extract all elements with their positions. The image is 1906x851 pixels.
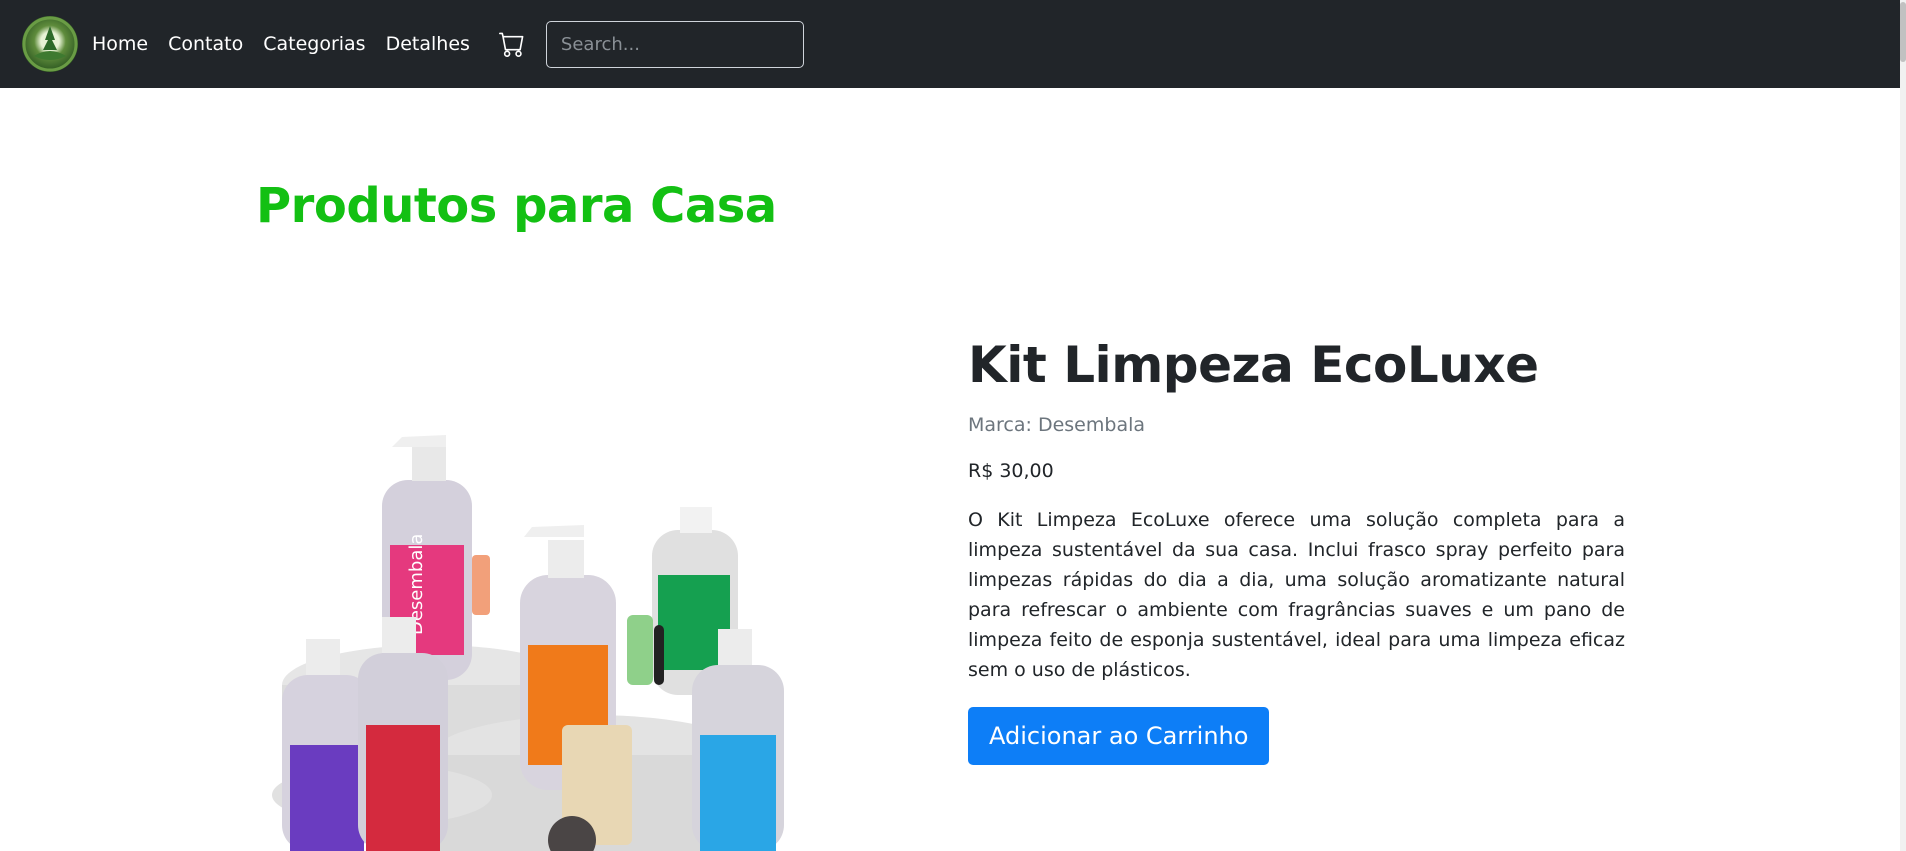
product-info: Kit Limpeza EcoLuxe Marca: Desembala R$ … (968, 336, 1625, 765)
scroll-thumb[interactable] (1900, 2, 1906, 62)
navbar: Home Contato Categorias Detalhes (0, 0, 1900, 88)
nav-link-contato[interactable]: Contato (168, 33, 243, 55)
product-image: Desembala (262, 425, 822, 851)
product-brand: Marca: Desembala (968, 414, 1146, 436)
product-description: O Kit Limpeza EcoLuxe oferece uma soluçã… (968, 509, 1625, 681)
add-to-cart-button[interactable]: Adicionar ao Carrinho (968, 707, 1270, 765)
scrollbar[interactable] (1900, 0, 1906, 851)
nav-link-detalhes[interactable]: Detalhes (386, 33, 470, 55)
cart-icon[interactable] (498, 30, 526, 58)
logo-icon[interactable] (22, 16, 78, 72)
nav-link-home[interactable]: Home (92, 33, 148, 55)
product-price: R$ 30,00 (968, 460, 1054, 482)
page-title: Produtos para Casa (256, 178, 777, 234)
search-input[interactable] (545, 20, 804, 68)
product-name: Kit Limpeza EcoLuxe (968, 336, 1539, 394)
nav-link-categorias[interactable]: Categorias (263, 33, 365, 55)
